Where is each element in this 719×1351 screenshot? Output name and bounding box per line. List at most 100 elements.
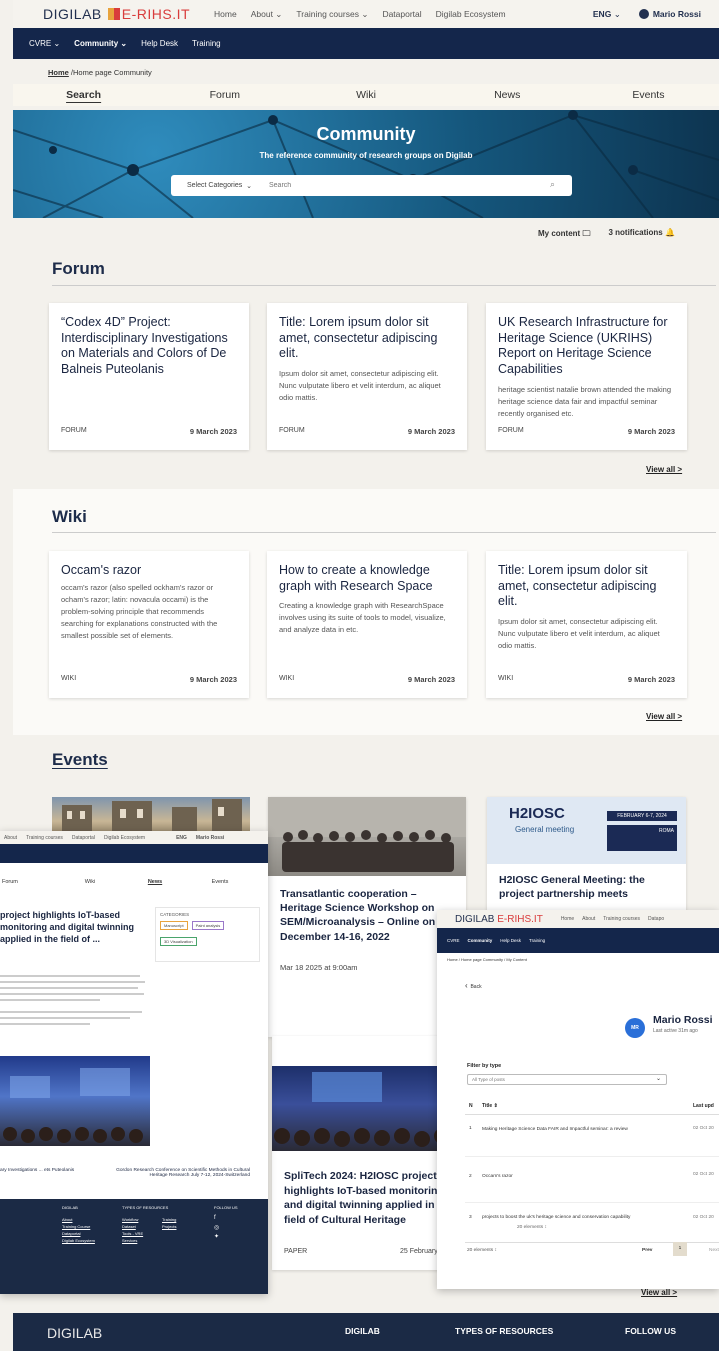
nav-cvre[interactable]: CVRE ⌄ — [29, 39, 60, 48]
back-button[interactable]: ‹ Back — [465, 981, 482, 990]
row-title[interactable]: projects to boost the uk's heritage scie… — [482, 1215, 672, 1220]
table-row[interactable]: 1 Making Heritage Science Data FAIR and … — [465, 1115, 719, 1157]
page-number-button[interactable]: 1 — [673, 1242, 687, 1256]
tab-wiki[interactable]: Wiki — [295, 89, 436, 101]
text-line — [0, 999, 100, 1001]
notifications-link[interactable]: 3 notifications 🔔 — [608, 228, 674, 242]
nav-training[interactable]: Training — [192, 39, 221, 48]
elements-per-page[interactable]: 20 elements ↕ — [467, 1248, 497, 1253]
mini-tab-events[interactable]: Events — [180, 879, 260, 885]
mini-nav-training[interactable]: Training courses — [603, 916, 640, 922]
nav-home[interactable]: Home — [214, 9, 237, 20]
mini-tab-wiki[interactable]: Wiki — [50, 879, 130, 885]
mini-nav-training[interactable]: Training courses — [26, 835, 63, 841]
nav-help-desk[interactable]: Help Desk — [141, 39, 178, 48]
twitter-icon[interactable]: ✦ — [214, 1233, 219, 1240]
footer-link[interactable]: Dataset — [122, 1224, 136, 1229]
type-filter-select[interactable]: All Type of posts ⌄ — [467, 1074, 667, 1085]
tab-news[interactable]: News — [437, 89, 578, 101]
mini-nav-about[interactable]: About — [4, 835, 17, 841]
user-menu[interactable]: Mario Rossi — [638, 9, 701, 20]
events-view-all[interactable]: View all > — [641, 1288, 677, 1297]
prev-article-link[interactable]: ary Investigations ... ets Puteolanis — [0, 1168, 80, 1173]
tab-events[interactable]: Events — [578, 89, 719, 101]
breadcrumb-home[interactable]: Home — [48, 68, 69, 77]
wiki-card[interactable]: Occam's razor occam's razor (also spelle… — [49, 551, 249, 698]
row-title[interactable]: Occam's razor — [482, 1174, 513, 1179]
prev-page-button[interactable]: Prev — [642, 1248, 652, 1253]
instagram-icon[interactable]: ◎ — [214, 1224, 219, 1231]
language-select[interactable]: ENG ⌄ — [593, 9, 621, 20]
footer-link[interactable]: Projects — [162, 1224, 176, 1229]
mini-tab-news[interactable]: News — [130, 879, 180, 885]
footer-link[interactable]: Workflow — [122, 1217, 138, 1222]
mini-user[interactable]: Mario Rossi — [196, 835, 224, 841]
next-article-link[interactable]: Gordon Research Conference on Scientific… — [110, 1168, 250, 1178]
forum-card[interactable]: Title: Lorem ipsum dolor sit amet, conse… — [267, 303, 467, 450]
banner-date: FEBRUARY 6-7, 2024 — [607, 811, 677, 821]
footer-logo[interactable]: DIGILAB — [47, 1325, 102, 1341]
nav-digilab-ecosystem[interactable]: Digilab Ecosystem — [436, 9, 506, 20]
footer-link[interactable]: Training Course — [62, 1224, 90, 1229]
nav-community[interactable]: Community ⌄ — [74, 39, 127, 48]
mini-nav-dataportal[interactable]: Datapo — [648, 916, 664, 922]
mini-nav-dataportal[interactable]: Dataportal — [72, 835, 95, 841]
table-row[interactable]: 3 projects to boost the uk's heritage sc… — [465, 1203, 719, 1243]
logo[interactable]: DIGILAB E-RIHS.IT — [43, 6, 190, 22]
facebook-icon[interactable]: f — [214, 1215, 216, 1221]
banner-subtitle: General meeting — [515, 825, 575, 834]
mini-tab-forum[interactable]: Forum — [0, 879, 50, 885]
footer-link[interactable]: Services — [122, 1238, 137, 1243]
mini-nav-ecosystem[interactable]: Digilab Ecosystem — [104, 835, 145, 841]
mini-language[interactable]: ENG — [176, 835, 187, 841]
category-tag[interactable]: 3D Visualization — [160, 937, 197, 946]
mini-logo[interactable]: DIGILAB E-RIHS.IT — [455, 914, 543, 925]
mini-nav-community[interactable]: Community — [468, 938, 493, 943]
chevron-left-icon: ‹ — [465, 981, 468, 990]
category-tag[interactable]: Paint analysis — [191, 921, 225, 930]
divider — [52, 285, 716, 286]
footer-col-title: FOLLOW US — [214, 1205, 238, 1210]
forum-title: Forum — [52, 259, 105, 278]
nav-training-courses[interactable]: Training courses ⌄ — [296, 9, 368, 20]
search-icon[interactable]: ⌕ — [550, 179, 555, 190]
card-tag: WIKI — [61, 675, 77, 682]
search-input[interactable] — [259, 175, 572, 196]
footer-link[interactable]: Dataportal — [62, 1231, 80, 1236]
footer-link[interactable]: Training — [162, 1217, 176, 1222]
event-card[interactable]: SpliTech 2024: H2IOSC project highlights… — [272, 1036, 462, 1270]
mini-nav-cvre[interactable]: CVRE — [447, 938, 460, 943]
forum-card[interactable]: UK Research Infrastructure for Heritage … — [486, 303, 687, 450]
col-title[interactable]: Title ⇕ — [482, 1103, 498, 1109]
mini-nav-helpdesk[interactable]: Help Desk — [500, 938, 521, 943]
table-row[interactable]: 2 Occam's razor 02 Oct 20 — [465, 1157, 719, 1203]
wiki-card[interactable]: How to create a knowledge graph with Res… — [267, 551, 467, 698]
category-select[interactable]: Select Categories ⌄ — [171, 175, 268, 196]
footer-link[interactable]: About — [62, 1217, 72, 1222]
mini-nav-training[interactable]: Training — [529, 938, 545, 943]
card-title: How to create a knowledge graph with Res… — [279, 563, 433, 593]
mini-nav-about[interactable]: About — [582, 916, 595, 922]
forum-view-all[interactable]: View all > — [646, 465, 682, 474]
wiki-card[interactable]: Title: Lorem ipsum dolor sit amet, conse… — [486, 551, 687, 698]
logo-mark-icon — [107, 8, 120, 20]
event-card[interactable]: H2IOSC General meeting FEBRUARY 6-7, 202… — [487, 797, 686, 917]
next-page-button[interactable]: Next — [709, 1248, 719, 1253]
row-date: 02 Oct 20 — [693, 1172, 714, 1177]
tab-forum[interactable]: Forum — [154, 89, 295, 101]
text-line — [0, 975, 140, 977]
forum-card[interactable]: “Codex 4D” Project: Interdisciplinary In… — [49, 303, 249, 450]
row-date: 02 Oct 20 — [693, 1126, 714, 1131]
footer-link[interactable]: Tools - VRE — [122, 1231, 143, 1236]
mini-nav-home[interactable]: Home — [561, 916, 574, 922]
events-title: Events — [52, 750, 108, 769]
wiki-view-all[interactable]: View all > — [646, 712, 682, 721]
my-content-link[interactable]: My content 🗀 — [538, 228, 590, 242]
category-tag[interactable]: Manuscript — [160, 921, 188, 930]
footer-link[interactable]: Digilab Ecosystem — [62, 1238, 95, 1243]
nav-about[interactable]: About ⌄ — [251, 9, 283, 20]
row-title[interactable]: Making Heritage Science Data FAIR and Im… — [482, 1126, 672, 1134]
row-elements[interactable]: 20 elements ↕ — [517, 1225, 547, 1230]
nav-dataportal[interactable]: Dataportal — [382, 9, 421, 20]
tab-search[interactable]: Search — [13, 89, 154, 101]
